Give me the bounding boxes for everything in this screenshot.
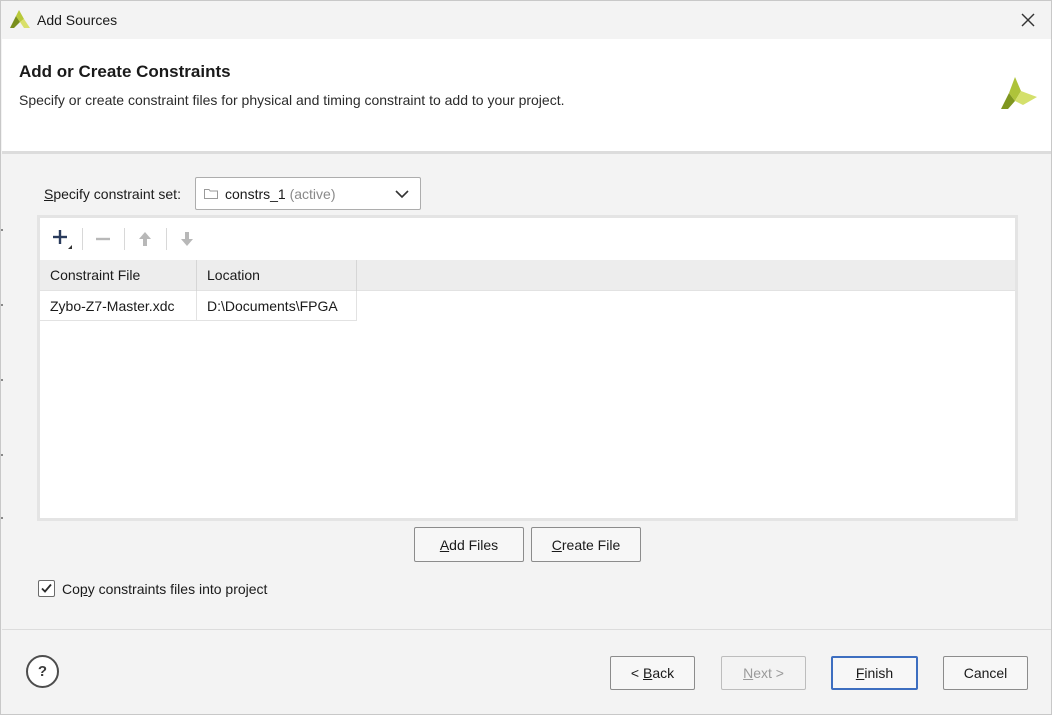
move-up-button[interactable] [131, 226, 159, 252]
edge-artifact [1, 454, 3, 456]
edge-artifact [1, 304, 3, 306]
constraint-set-label-text: pecify constraint set: [53, 186, 181, 202]
add-sources-dialog: Add Sources Add or Create Constraints Sp… [0, 0, 1052, 715]
arrow-down-icon [181, 232, 193, 246]
next-mnemonic: N [743, 665, 754, 681]
window-title: Add Sources [37, 12, 118, 28]
column-header-location[interactable]: Location [197, 260, 357, 291]
checkmark-icon [41, 583, 52, 593]
add-files-mnemonic: A [439, 536, 450, 553]
edge-artifact [1, 229, 3, 231]
add-files-label: dd Files [449, 536, 499, 553]
finish-mnemonic: F [855, 665, 865, 681]
vivado-logo-icon [1001, 77, 1037, 109]
page-header: Add or Create Constraints Specify or cre… [2, 39, 1051, 151]
finish-button[interactable]: Finish [831, 656, 918, 690]
copy-constraints-checkbox[interactable] [38, 580, 55, 597]
table-header: Constraint File Location [40, 260, 1015, 291]
cancel-label: Cancel [963, 665, 1008, 681]
toolbar-separator [82, 228, 83, 250]
create-file-button[interactable]: Create File [531, 527, 641, 562]
cell-location: D:\Documents\FPGA [197, 291, 357, 321]
table-row[interactable]: Zybo-Z7-Master.xdc D:\Documents\FPGA [40, 291, 357, 321]
arrow-up-icon [139, 232, 151, 246]
constraint-set-value: constrs_1 (active) [225, 186, 336, 202]
files-toolbar [40, 218, 1015, 260]
edge-artifact [1, 379, 3, 381]
add-files-button[interactable]: Add Files [414, 527, 524, 562]
back-mnemonic: B [642, 665, 653, 681]
next-button[interactable]: Next > [721, 656, 806, 690]
vivado-app-icon [10, 10, 30, 28]
cell-constraint-file: Zybo-Z7-Master.xdc [40, 291, 197, 321]
title-bar: Add Sources [1, 1, 1051, 39]
cancel-button[interactable]: Cancel [943, 656, 1028, 690]
copy-label-pre: Co [62, 581, 80, 597]
constraint-set-label-mnemonic: S [44, 186, 54, 202]
edge-artifact [1, 517, 3, 519]
copy-label-mnemonic: p [79, 581, 88, 597]
finish-label: inish [864, 665, 894, 681]
folder-icon [204, 189, 218, 199]
next-label: ext > [753, 665, 784, 681]
constraint-set-dropdown[interactable]: constrs_1 (active) [195, 177, 421, 210]
toolbar-separator [166, 228, 167, 250]
minus-icon [96, 237, 110, 241]
remove-file-button[interactable] [89, 226, 117, 252]
help-icon: ? [37, 663, 48, 680]
page-subtitle: Specify or create constraint files for p… [19, 92, 565, 108]
back-prefix: < [630, 665, 643, 681]
page-title: Add or Create Constraints [19, 62, 231, 81]
constraint-files-panel: Constraint File Location Zybo-Z7-Master.… [37, 215, 1018, 521]
create-file-label: reate File [561, 536, 621, 553]
constraint-set-active-tag: (active) [289, 186, 336, 202]
create-file-mnemonic: C [551, 536, 562, 553]
close-icon [1021, 13, 1035, 27]
constraint-set-label: Specify constraint set: [44, 186, 181, 202]
add-file-menu-button[interactable] [48, 226, 76, 252]
copy-label-post: y constraints files into project [87, 581, 268, 597]
plus-icon [53, 230, 72, 249]
chevron-down-icon [395, 190, 409, 199]
back-label: ack [652, 665, 675, 681]
back-button[interactable]: < Back [610, 656, 695, 690]
header-divider [2, 151, 1051, 154]
constraint-set-name: constrs_1 [225, 186, 286, 202]
close-button[interactable] [1011, 5, 1045, 35]
footer-divider [2, 629, 1051, 630]
move-down-button[interactable] [173, 226, 201, 252]
copy-constraints-label[interactable]: Copy constraints files into project [62, 581, 267, 597]
column-header-constraint-file[interactable]: Constraint File [40, 260, 197, 291]
toolbar-separator [124, 228, 125, 250]
help-button[interactable]: ? [26, 655, 59, 688]
